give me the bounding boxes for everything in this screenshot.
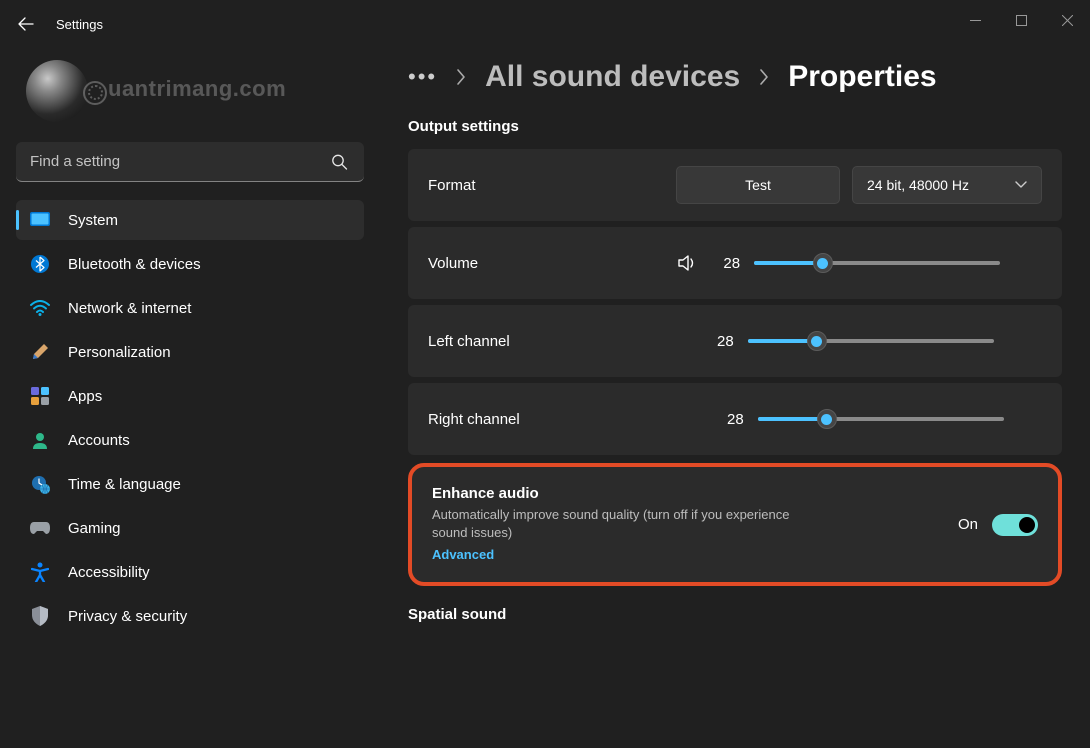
gamepad-icon (30, 518, 50, 538)
sidebar-item-label: Network & internet (68, 300, 191, 317)
enhance-audio-card: Enhance audio Automatically improve soun… (408, 463, 1062, 586)
sidebar-item-label: Bluetooth & devices (68, 256, 201, 273)
format-select[interactable]: 24 bit, 48000 Hz (852, 166, 1042, 204)
shield-icon (30, 606, 50, 626)
window-title: Settings (56, 17, 103, 32)
volume-slider[interactable] (754, 261, 1000, 265)
section-title-spatial: Spatial sound (408, 606, 1062, 623)
sidebar-item-label: Gaming (68, 520, 121, 537)
toggle-knob (1019, 517, 1035, 533)
sidebar-item-gaming[interactable]: Gaming (16, 508, 364, 548)
chevron-down-icon (1015, 181, 1027, 189)
volume-row: Volume 28 (408, 227, 1062, 299)
right-channel-value: 28 (720, 411, 744, 428)
sidebar-item-accounts[interactable]: Accounts (16, 420, 364, 460)
slider-thumb[interactable] (813, 253, 833, 273)
format-row: Format Test 24 bit, 48000 Hz (408, 149, 1062, 221)
window-controls (952, 0, 1090, 40)
avatar[interactable] (26, 60, 88, 122)
chevron-right-icon (758, 68, 770, 86)
sidebar-item-label: Privacy & security (68, 608, 187, 625)
sidebar-item-privacy[interactable]: Privacy & security (16, 596, 364, 636)
close-icon (1062, 15, 1073, 26)
clock-globe-icon (30, 474, 50, 494)
wifi-icon (30, 298, 50, 318)
watermark-text: uantrimang.com (82, 76, 286, 105)
breadcrumb: ••• All sound devices Properties (408, 60, 1062, 94)
minimize-icon (970, 15, 981, 26)
sidebar-item-label: Accounts (68, 432, 130, 449)
arrow-left-icon (18, 16, 34, 32)
format-label: Format (428, 177, 476, 194)
slider-thumb[interactable] (817, 409, 837, 429)
search-field-wrap (16, 142, 364, 182)
paintbrush-icon (30, 342, 50, 362)
sidebar-item-label: Apps (68, 388, 102, 405)
sidebar-item-apps[interactable]: Apps (16, 376, 364, 416)
sidebar-item-network[interactable]: Network & internet (16, 288, 364, 328)
right-channel-slider[interactable] (758, 417, 1004, 421)
titlebar: Settings (0, 0, 1090, 48)
search-input[interactable] (16, 142, 364, 182)
minimize-button[interactable] (952, 0, 998, 40)
breadcrumb-parent[interactable]: All sound devices (485, 60, 740, 94)
right-channel-label: Right channel (428, 411, 520, 428)
accessibility-icon (30, 562, 50, 582)
left-channel-row: Left channel 28 (408, 305, 1062, 377)
section-title-output: Output settings (408, 118, 1062, 135)
breadcrumb-current: Properties (788, 60, 936, 94)
chevron-right-icon (455, 68, 467, 86)
apps-icon (30, 386, 50, 406)
search-icon (331, 154, 348, 171)
enhance-toggle-label: On (958, 516, 978, 533)
enhance-toggle[interactable] (992, 514, 1038, 536)
breadcrumb-more-button[interactable]: ••• (408, 64, 437, 90)
sidebar-item-label: Accessibility (68, 564, 150, 581)
volume-label: Volume (428, 255, 478, 272)
enhance-advanced-link[interactable]: Advanced (432, 547, 494, 562)
profile-section: uantrimang.com (16, 48, 364, 138)
close-button[interactable] (1044, 0, 1090, 40)
sidebar-item-label: Time & language (68, 476, 181, 493)
sidebar-item-accessibility[interactable]: Accessibility (16, 552, 364, 592)
sidebar-item-system[interactable]: System (16, 200, 364, 240)
maximize-button[interactable] (998, 0, 1044, 40)
right-channel-row: Right channel 28 (408, 383, 1062, 455)
left-channel-slider[interactable] (748, 339, 994, 343)
person-icon (30, 430, 50, 450)
sidebar-item-personalization[interactable]: Personalization (16, 332, 364, 372)
enhance-audio-subtitle: Automatically improve sound quality (tur… (432, 506, 792, 541)
sidebar-nav: System Bluetooth & devices Network & int… (16, 200, 364, 636)
slider-thumb[interactable] (807, 331, 827, 351)
sidebar-item-time-language[interactable]: Time & language (16, 464, 364, 504)
back-button[interactable] (16, 14, 36, 34)
maximize-icon (1016, 15, 1027, 26)
display-icon (30, 210, 50, 230)
left-channel-value: 28 (710, 333, 734, 350)
volume-value: 28 (716, 255, 740, 272)
enhance-audio-title: Enhance audio (432, 485, 958, 502)
content-main: ••• All sound devices Properties Output … (380, 48, 1090, 748)
format-value: 24 bit, 48000 Hz (867, 177, 969, 193)
left-channel-label: Left channel (428, 333, 510, 350)
speaker-icon[interactable] (678, 254, 698, 272)
test-button[interactable]: Test (676, 166, 840, 204)
sidebar-item-label: System (68, 212, 118, 229)
sidebar: uantrimang.com System Bluetooth & device… (0, 48, 380, 748)
sidebar-item-bluetooth[interactable]: Bluetooth & devices (16, 244, 364, 284)
sidebar-item-label: Personalization (68, 344, 171, 361)
bluetooth-icon (30, 254, 50, 274)
